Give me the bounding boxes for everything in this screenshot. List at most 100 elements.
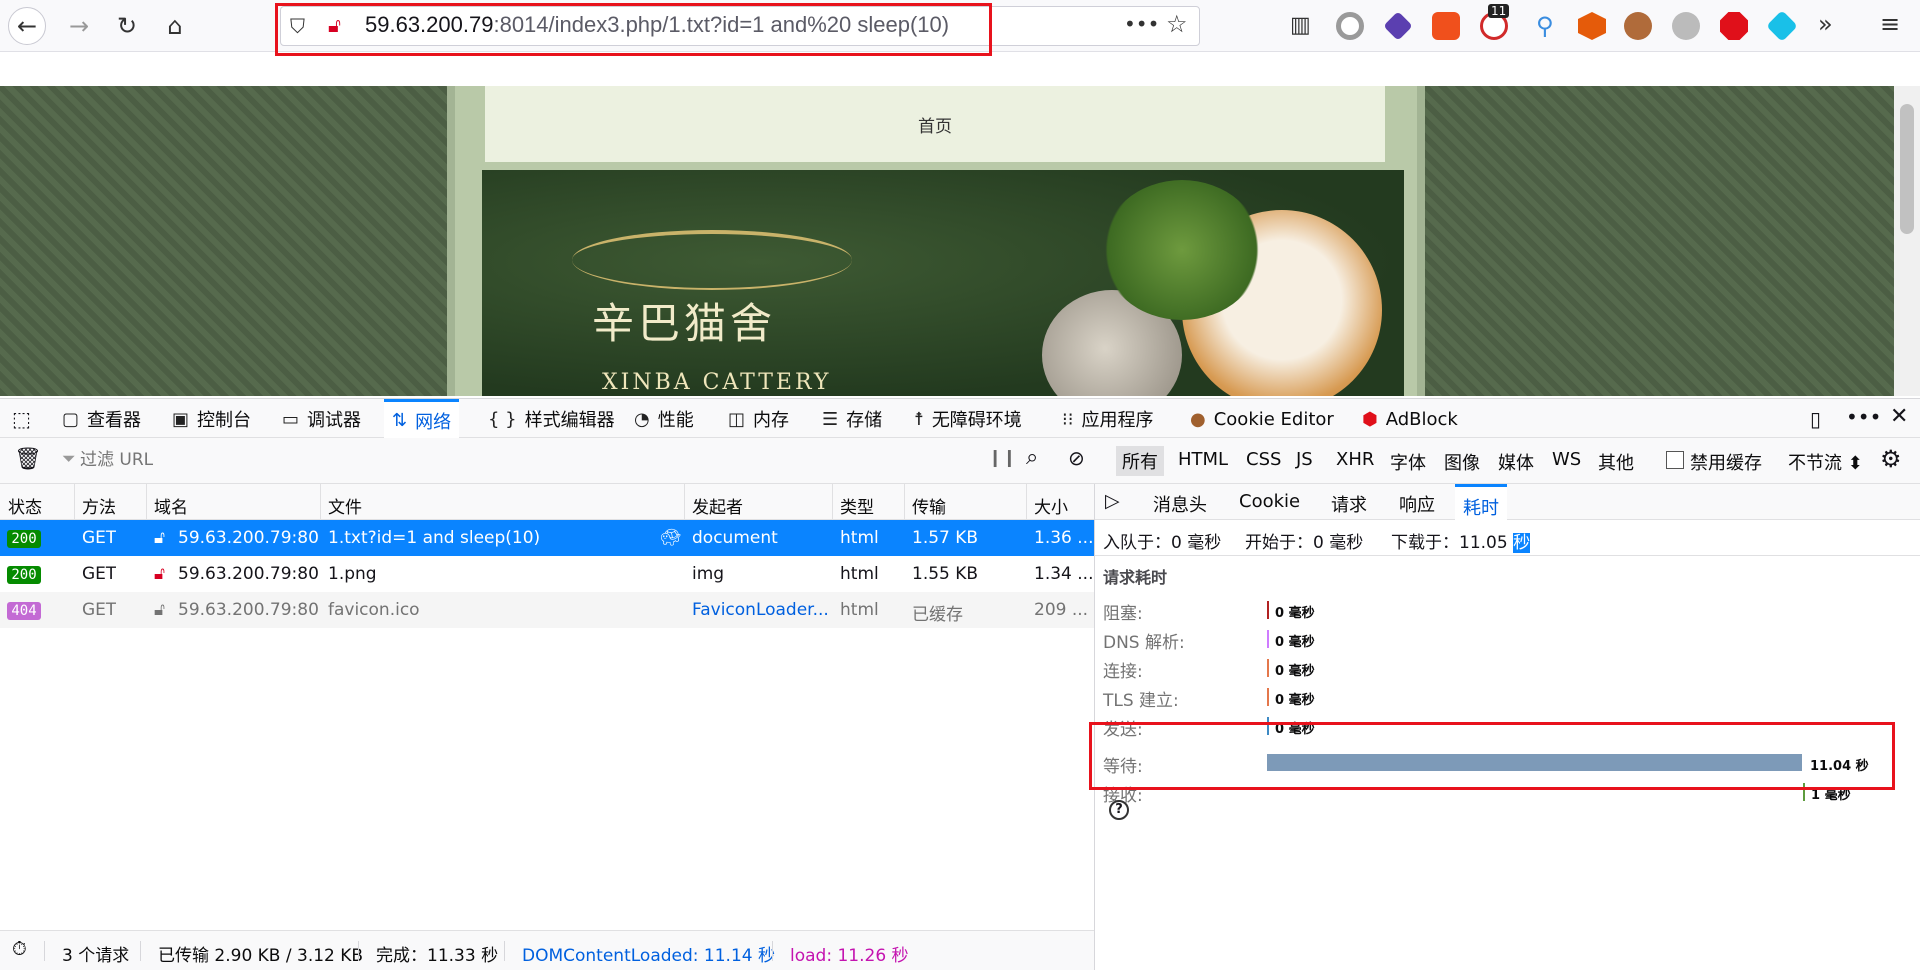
started-time: 开始于：0 毫秒 [1245,533,1364,553]
reload-icon: ↻ [116,12,138,40]
settings-gear-icon[interactable]: ⚙ [1880,445,1902,473]
filter-css[interactable]: CSS [1246,449,1281,470]
tab-label: 网络 [415,411,452,433]
tab-application[interactable]: ⁝⁝ 应用程序 [1062,399,1153,439]
page-scrollbar[interactable] [1894,86,1920,396]
tab-storage[interactable]: ☰ 存储 [822,399,882,439]
filter-xhr[interactable]: XHR [1336,449,1374,470]
tab-memory[interactable]: ◫ 内存 [728,399,789,439]
details-tabs: ▷ 消息头 Cookie 请求 响应 耗时 [1095,484,1920,520]
table-row[interactable]: 200 GET 🔓︎ 59.63.200.79:80... 1.png img … [0,556,1094,592]
col-size[interactable]: 大小 [1034,493,1068,518]
col-method[interactable]: 方法 [82,493,116,518]
reload-button[interactable]: ↻ [108,7,146,45]
help-icon[interactable]: ? [1109,800,1129,820]
column-divider[interactable] [146,484,147,520]
dock-icon[interactable]: ▯ [1810,407,1821,431]
tab-inspector[interactable]: ▢ 查看器 [62,399,141,439]
nav-home-link[interactable]: 首页 [485,112,1385,137]
tab-headers[interactable]: 消息头 [1153,491,1207,517]
tab-accessibility[interactable]: ☨ 无障碍环境 [914,399,1022,439]
tab-response[interactable]: 响应 [1399,491,1435,517]
adblock-extension-icon[interactable] [1720,12,1748,40]
table-row[interactable]: 200 GET 🔓︎ 59.63.200.79:80... 1.txt?id=1… [0,520,1094,556]
filter-html[interactable]: HTML [1178,449,1228,470]
col-type[interactable]: 类型 [840,493,874,518]
toggle-panel-icon[interactable]: ▷ [1105,490,1120,512]
menu-icon[interactable]: ≡ [1880,10,1900,38]
filter-url-input[interactable] [80,446,960,474]
filter-all[interactable]: 所有 [1116,446,1164,476]
extension-circle-icon[interactable] [1336,12,1364,40]
divider [44,941,45,961]
tab-adblock[interactable]: ⬢ AdBlock [1362,399,1458,439]
cell-transfer: 1.55 KB [912,564,979,584]
cookie-extension-icon[interactable] [1624,12,1652,40]
back-button[interactable]: ← [8,7,46,45]
tab-style-editor[interactable]: { } 样式编辑器 [488,399,615,439]
filter-ws[interactable]: WS [1552,449,1581,470]
extension-blue-icon[interactable] [1766,10,1798,42]
throttle-select[interactable]: 不节流 ⬍ [1788,449,1863,475]
col-domain[interactable]: 域名 [154,493,188,518]
scrollbar-thumb[interactable] [1900,104,1914,234]
bookmark-star-icon[interactable]: ☆ [1166,10,1188,38]
tab-performance[interactable]: ◔ 性能 [634,399,694,439]
col-initiator[interactable]: 发起者 [692,493,743,518]
timing-marker [1267,659,1269,677]
column-divider[interactable] [684,484,685,520]
filter-js[interactable]: JS [1296,449,1313,470]
clear-requests-icon[interactable]: 🗑︎ [14,447,42,472]
divider [140,941,141,961]
col-status[interactable]: 状态 [8,493,42,518]
downloaded-unit: 秒 [1513,533,1531,553]
cell-domain: 59.63.200.79:80... [178,564,318,584]
element-picker-icon[interactable]: ⬚ [12,407,31,431]
tab-label: 应用程序 [1081,410,1154,431]
extension-hex-icon[interactable] [1578,12,1606,40]
cell-type: html [840,600,879,620]
tab-console[interactable]: ▣ 控制台 [172,399,251,439]
home-button[interactable]: ⌂ [156,7,194,45]
tab-debugger[interactable]: ▭ 调试器 [282,399,361,439]
column-divider[interactable] [320,484,321,520]
extension-pin-icon[interactable]: ⚲ [1536,12,1554,40]
cell-initiator-link[interactable]: FaviconLoader... [692,600,828,620]
tab-request[interactable]: 请求 [1331,491,1367,517]
tab-label: 样式编辑器 [524,410,615,431]
filter-other[interactable]: 其他 [1598,449,1634,475]
filter-images[interactable]: 图像 [1444,449,1480,475]
page-actions-icon[interactable]: ••• [1124,12,1159,36]
filter-fonts[interactable]: 字体 [1390,449,1426,475]
table-row[interactable]: 404 GET 🔓︎ 59.63.200.79:80... favicon.ic… [0,592,1094,628]
tab-label: 内存 [753,410,790,431]
extension-layers-icon[interactable] [1383,11,1413,41]
pause-icon[interactable]: ❙❙ [988,448,1017,468]
forward-button[interactable]: → [60,7,98,45]
column-divider[interactable] [74,484,75,520]
filter-media[interactable]: 媒体 [1498,449,1534,475]
stopwatch-icon[interactable]: ⏱ [12,938,27,960]
tab-network[interactable]: ⇅ 网络 [384,399,460,439]
disable-cache-checkbox[interactable] [1666,451,1684,469]
block-icon[interactable]: ⊘ [1068,446,1085,470]
nav-strip: 首页 [485,86,1385,162]
extension-translate-icon[interactable] [1432,12,1460,40]
column-divider[interactable] [832,484,833,520]
devtools-menu-icon[interactable]: ••• [1846,405,1881,429]
sidebar-icon[interactable]: ▥ [1290,13,1311,38]
search-icon[interactable]: ⌕ [1026,445,1038,470]
notification-badge: 11 [1488,4,1510,18]
col-file[interactable]: 文件 [328,493,362,518]
tab-timings[interactable]: 耗时 [1455,484,1507,520]
timing-value: 0 毫秒 [1275,635,1315,650]
tab-cookie-editor[interactable]: ● Cookie Editor [1190,399,1334,439]
tab-cookies[interactable]: Cookie [1239,491,1300,512]
col-transfer[interactable]: 传输 [912,493,946,518]
close-devtools-icon[interactable]: ✕ [1890,404,1908,429]
overflow-chevron-icon[interactable]: » [1818,10,1833,38]
column-divider[interactable] [904,484,905,520]
column-divider[interactable] [1026,484,1027,520]
cell-transfer: 1.57 KB [912,528,979,548]
extension-grey-icon[interactable] [1672,12,1700,40]
